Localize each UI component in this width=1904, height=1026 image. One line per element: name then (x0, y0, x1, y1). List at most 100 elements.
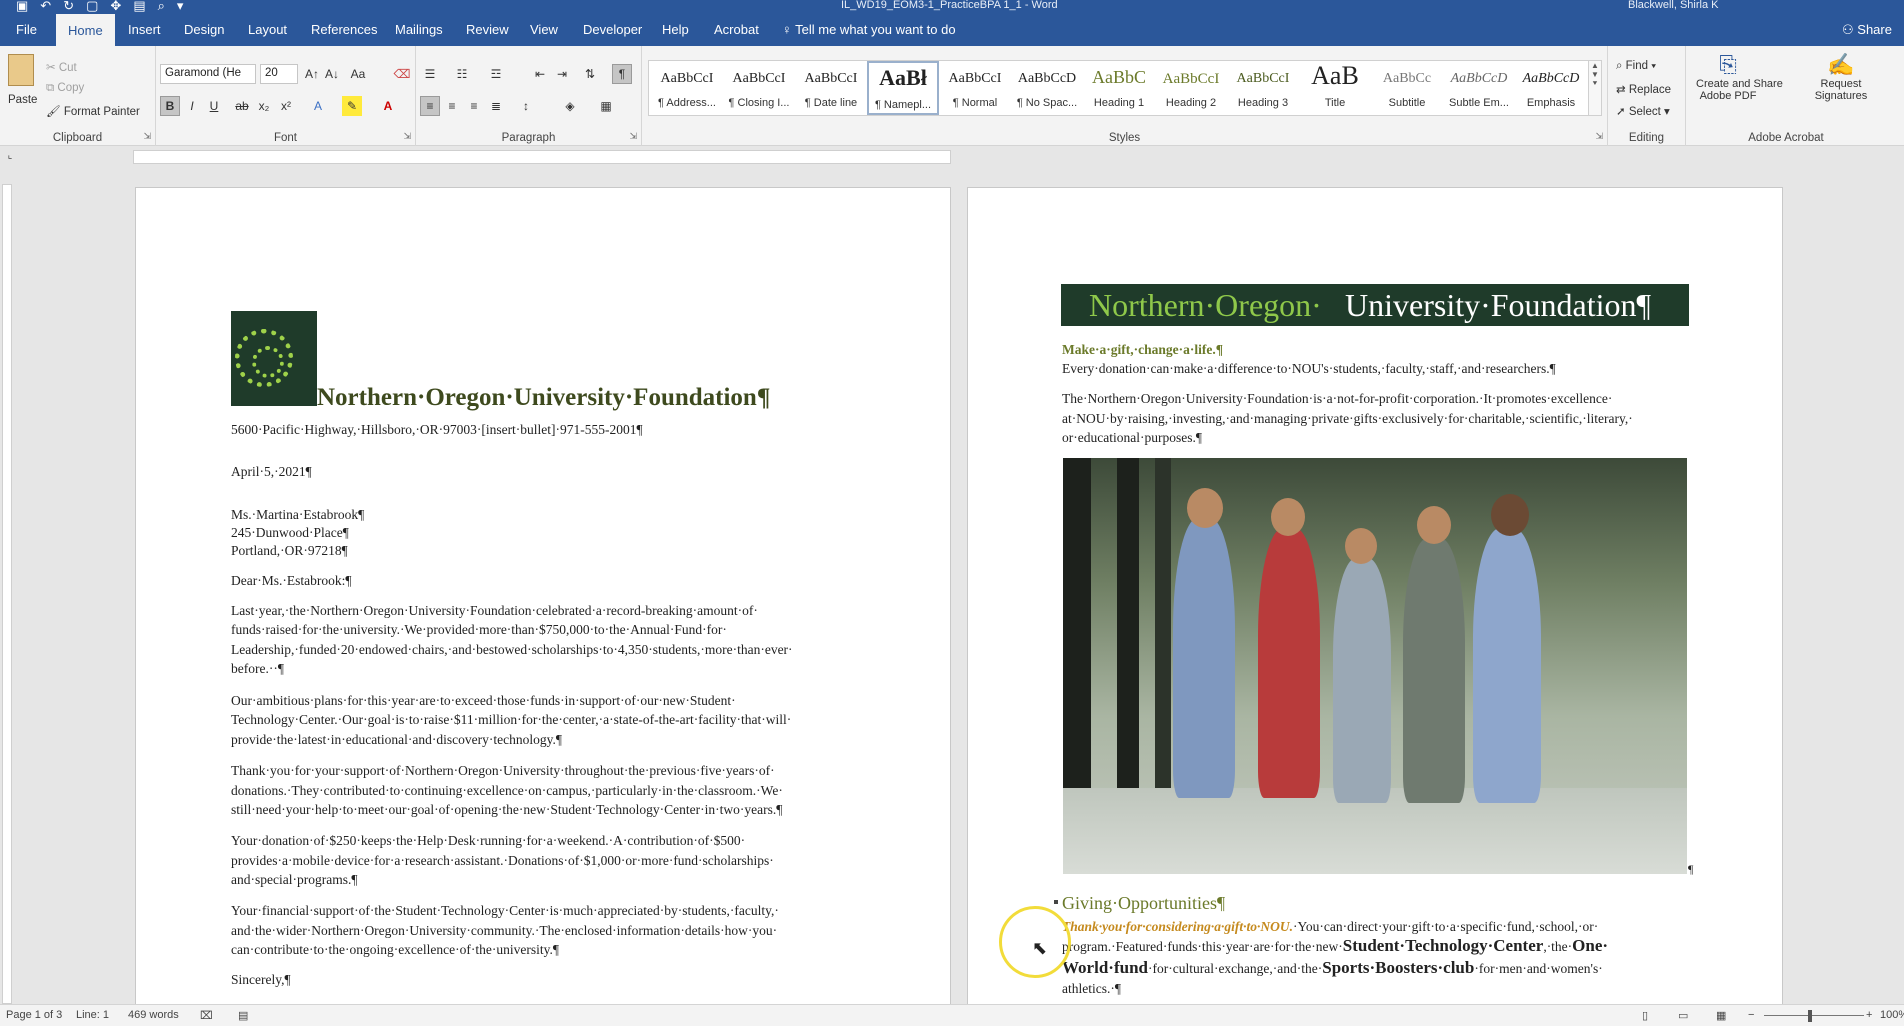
grow-font-icon[interactable]: A↑ (302, 64, 322, 84)
document-area[interactable]: Northern·Oregon·University·Foundation¶ 5… (14, 166, 1904, 1004)
save-icon[interactable]: ▣ (16, 0, 28, 14)
find-button[interactable]: ⌕ Find ▾ (1616, 60, 1656, 73)
replace-button[interactable]: ⇄ Replace (1616, 82, 1671, 96)
tab-view[interactable]: View (530, 22, 558, 37)
page-count[interactable]: Page 1 of 3 (6, 1009, 62, 1021)
style-heading-3[interactable]: AaBbCcI Heading 3 (1227, 61, 1299, 115)
touch-mode-icon[interactable]: ✥ (110, 0, 121, 14)
tab-review[interactable]: Review (466, 22, 509, 37)
subscript-icon[interactable]: x₂ (254, 96, 274, 116)
increase-indent-icon[interactable]: ⇥ (552, 64, 572, 84)
sort-icon[interactable]: ⇅ (580, 64, 600, 84)
tab-insert[interactable]: Insert (128, 22, 161, 37)
style-emphasis[interactable]: AaBbCcD Emphasis (1515, 61, 1587, 115)
new-document-icon[interactable]: ▢ (86, 0, 98, 14)
request-signatures-button[interactable]: ✍ Request Signatures (1808, 52, 1874, 102)
strikethrough-icon[interactable]: ab (232, 96, 252, 116)
style-no-spacing[interactable]: AaBbCcD ¶ No Spac... (1011, 61, 1083, 115)
change-case-icon[interactable]: Aa (348, 64, 368, 84)
style-closing[interactable]: AaBbCcI ¶ Closing I... (723, 61, 795, 115)
zoom-level[interactable]: 100% (1880, 1009, 1904, 1021)
styles-gallery-more-icon[interactable]: ▲ ▼ ⯆ (1588, 60, 1602, 116)
customize-qat-icon[interactable]: ▾ (177, 0, 184, 14)
create-share-pdf-button[interactable]: ⎘ Create and Share Adobe PDF (1696, 52, 1783, 102)
macro-icon[interactable]: ▤ (238, 1009, 248, 1022)
style-date-line[interactable]: AaBbCcI ¶ Date line (795, 61, 867, 115)
horizontal-ruler[interactable] (133, 150, 951, 164)
tell-me-search[interactable]: ♀ Tell me what you want to do (782, 22, 956, 37)
bullets-icon[interactable]: ☰ (420, 64, 440, 84)
read-mode-icon[interactable]: ▯ (1642, 1009, 1648, 1022)
style-address[interactable]: AaBbCcI ¶ Address... (651, 61, 723, 115)
highlight-icon[interactable]: ✎ (342, 96, 362, 116)
bold-icon[interactable]: B (160, 96, 180, 116)
proofing-icon[interactable]: ⌧ (200, 1009, 213, 1022)
format-painter-button[interactable]: 🖌 Format Painter (46, 104, 140, 118)
vertical-ruler[interactable] (2, 184, 12, 1004)
user-name[interactable]: Blackwell, Shirla K (1628, 0, 1718, 11)
page-2[interactable]: Northern·Oregon· University·Foundation¶ … (967, 187, 1783, 1004)
tab-references[interactable]: References (311, 22, 377, 37)
redo-icon[interactable]: ↻ (63, 0, 74, 14)
share-button[interactable]: ⚇ Share (1842, 22, 1892, 38)
tab-layout[interactable]: Layout (248, 22, 287, 37)
italic-icon[interactable]: I (182, 96, 202, 116)
font-color-icon[interactable]: A (378, 96, 398, 116)
style-heading-1[interactable]: AaBbC Heading 1 (1083, 61, 1155, 115)
paste-icon[interactable] (8, 54, 34, 86)
tab-mailings[interactable]: Mailings (395, 22, 443, 37)
tab-developer[interactable]: Developer (583, 22, 642, 37)
tab-acrobat[interactable]: Acrobat (714, 22, 759, 37)
students-photo[interactable] (1063, 458, 1687, 874)
line-spacing-icon[interactable]: ↕ (516, 96, 536, 116)
web-layout-icon[interactable]: ▦ (1716, 1009, 1726, 1022)
paragraph-launcher-icon[interactable]: ⇲ (629, 131, 637, 142)
paste-button[interactable]: Paste (8, 94, 37, 106)
align-left-icon[interactable]: ≡ (420, 96, 440, 116)
print-layout-icon[interactable]: ▭ (1678, 1009, 1688, 1022)
print-preview-icon[interactable]: ⌕ (158, 0, 165, 14)
cut-button[interactable]: ✂ Cut (46, 60, 77, 74)
text-effects-icon[interactable]: A (308, 96, 328, 116)
select-button[interactable]: ➚ Select ▾ (1616, 104, 1670, 118)
show-formatting-marks-icon[interactable]: ¶ (612, 64, 632, 84)
align-right-icon[interactable]: ≡ (464, 96, 484, 116)
tab-home[interactable]: Home (56, 14, 115, 46)
zoom-out-icon[interactable]: − (1748, 1009, 1754, 1021)
tab-design[interactable]: Design (184, 22, 224, 37)
style-nameplate[interactable]: AaBł ¶ Namepl... (867, 61, 939, 115)
shrink-font-icon[interactable]: A↓ (322, 64, 342, 84)
shading-icon[interactable]: ◈ (560, 96, 580, 116)
tab-selector-icon[interactable]: ⌞ (3, 150, 17, 164)
word-count[interactable]: 469 words (128, 1009, 179, 1021)
copy-button[interactable]: ⧉ Copy (46, 82, 84, 95)
zoom-in-icon[interactable]: + (1866, 1009, 1872, 1021)
style-subtitle[interactable]: AaBbCc Subtitle (1371, 61, 1443, 115)
font-launcher-icon[interactable]: ⇲ (403, 131, 411, 142)
justify-icon[interactable]: ≣ (486, 96, 506, 116)
align-center-icon[interactable]: ≡ (442, 96, 462, 116)
clear-formatting-icon[interactable]: ⌫ (392, 64, 412, 84)
superscript-icon[interactable]: x² (276, 96, 296, 116)
style-subtle-emphasis[interactable]: AaBbCcD Subtle Em... (1443, 61, 1515, 115)
borders-icon[interactable]: ▦ (596, 96, 616, 116)
underline-icon[interactable]: U (204, 96, 224, 116)
zoom-slider-thumb[interactable] (1808, 1010, 1812, 1022)
clipboard-launcher-icon[interactable]: ⇲ (143, 131, 151, 142)
multilevel-list-icon[interactable]: ☲ (486, 64, 506, 84)
numbering-icon[interactable]: ☷ (452, 64, 472, 84)
decrease-indent-icon[interactable]: ⇤ (530, 64, 550, 84)
styles-launcher-icon[interactable]: ⇲ (1595, 131, 1603, 142)
open-icon[interactable]: ▤ (133, 0, 145, 14)
undo-icon[interactable]: ↶ (40, 0, 51, 14)
font-size-combo[interactable]: 20 (260, 64, 298, 84)
page-1[interactable]: Northern·Oregon·University·Foundation¶ 5… (135, 187, 951, 1004)
style-heading-2[interactable]: AaBbCcI Heading 2 (1155, 61, 1227, 115)
zoom-slider[interactable] (1764, 1015, 1864, 1016)
style-title[interactable]: AaB Title (1299, 61, 1371, 115)
style-normal[interactable]: AaBbCcI ¶ Normal (939, 61, 1011, 115)
line-indicator[interactable]: Line: 1 (76, 1009, 109, 1021)
tab-help[interactable]: Help (662, 22, 689, 37)
font-name-combo[interactable]: Garamond (He (160, 64, 256, 84)
tab-file[interactable]: File (16, 22, 37, 37)
